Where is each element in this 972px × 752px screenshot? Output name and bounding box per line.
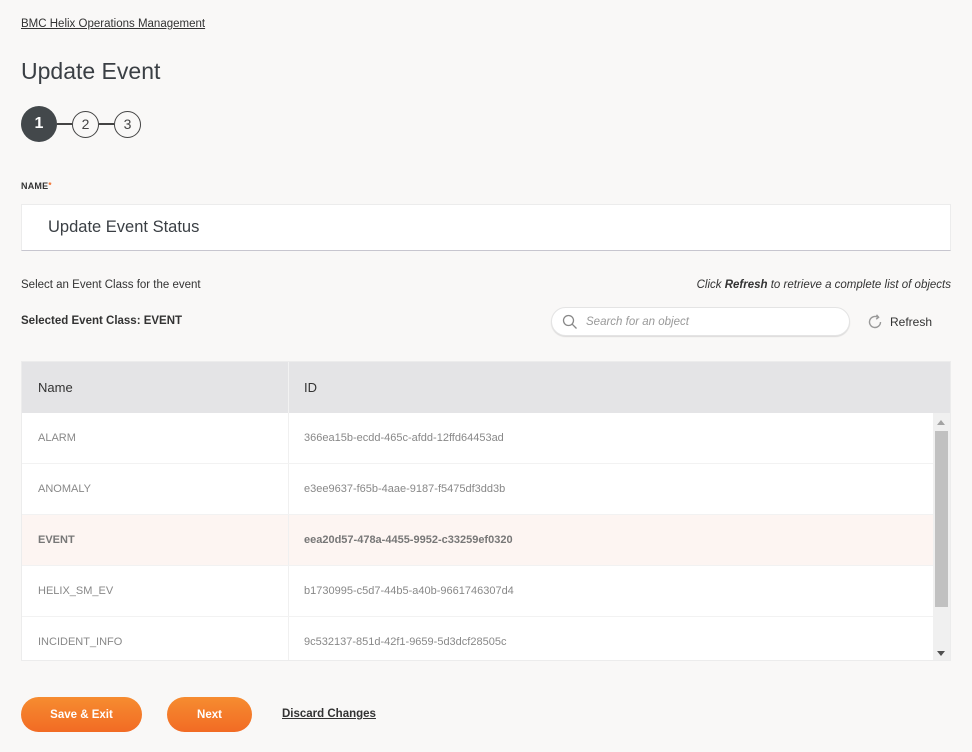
table-row[interactable]: EVENT eea20d57-478a-4455-9952-c33259ef032… bbox=[22, 515, 934, 566]
table-row[interactable]: INCIDENT_INFO 9c532137-851d-42f1-9659-5d3… bbox=[22, 617, 934, 660]
refresh-icon bbox=[868, 314, 882, 329]
discard-changes-link[interactable]: Discard Changes bbox=[282, 708, 376, 720]
cell-name: ALARM bbox=[22, 413, 289, 463]
selected-event-class: Selected Event Class: EVENT bbox=[21, 315, 183, 327]
table-body: ALARM 366ea15b-ecdd-465c-afdd-12ffd64453a… bbox=[22, 413, 934, 660]
step-2[interactable]: 2 bbox=[72, 110, 99, 138]
scroll-down-arrow-icon[interactable] bbox=[937, 651, 945, 656]
step-1[interactable]: 1 bbox=[21, 106, 57, 142]
column-header-id[interactable]: ID bbox=[289, 362, 317, 413]
cell-id: eea20d57-478a-4455-9952-c33259ef0320 bbox=[304, 534, 513, 546]
name-input[interactable] bbox=[21, 204, 951, 251]
name-label-text: NAME bbox=[21, 181, 49, 191]
step-3[interactable]: 3 bbox=[114, 110, 141, 138]
required-marker: * bbox=[48, 181, 52, 190]
cell-name: ANOMALY bbox=[22, 464, 289, 514]
instruction-text: Select an Event Class for the event bbox=[21, 279, 201, 291]
event-class-table: Name ID ALARM 366ea15b-ecdd-465c-afdd-12f… bbox=[21, 361, 951, 661]
refresh-hint: Click Refresh to retrieve a complete lis… bbox=[697, 279, 951, 291]
breadcrumb-link[interactable]: BMC Helix Operations Management bbox=[21, 18, 205, 30]
cell-id: b1730995-c5d7-44b5-a40b-9661746307d4 bbox=[304, 585, 514, 597]
table-row[interactable]: ALARM 366ea15b-ecdd-465c-afdd-12ffd64453a… bbox=[22, 413, 934, 464]
column-header-name[interactable]: Name bbox=[22, 362, 289, 413]
table-header: Name ID bbox=[22, 362, 950, 413]
cell-id: 366ea15b-ecdd-465c-afdd-12ffd64453ad bbox=[304, 432, 504, 444]
next-button[interactable]: Next bbox=[167, 697, 252, 732]
name-label: NAME* bbox=[21, 181, 52, 191]
table-row[interactable]: HELIX_SM_EV b1730995-c5d7-44b5-a40b-96617… bbox=[22, 566, 934, 617]
refresh-hint-prefix: Click bbox=[696, 279, 725, 291]
step-connector bbox=[57, 123, 72, 125]
refresh-button[interactable]: Refresh bbox=[866, 313, 932, 331]
cell-id: 9c532137-851d-42f1-9659-5d3dcf28505c bbox=[304, 636, 507, 648]
search-box[interactable] bbox=[551, 307, 850, 336]
search-input[interactable] bbox=[586, 315, 826, 328]
refresh-hint-suffix: to retrieve a complete list of objects bbox=[767, 279, 951, 291]
cell-name: HELIX_SM_EV bbox=[22, 566, 289, 616]
step-connector bbox=[99, 123, 114, 125]
scroll-up-arrow-icon[interactable] bbox=[937, 420, 945, 425]
search-icon bbox=[562, 314, 577, 329]
cell-name: EVENT bbox=[22, 515, 289, 565]
page-title: Update Event bbox=[21, 58, 161, 84]
cell-id: e3ee9637-f65b-4aae-9187-f5475df3dd3b bbox=[304, 483, 506, 495]
save-exit-button[interactable]: Save & Exit bbox=[21, 697, 142, 732]
stepper: 1 2 3 bbox=[21, 106, 141, 142]
refresh-hint-bold: Refresh bbox=[724, 279, 768, 291]
cell-name: INCIDENT_INFO bbox=[22, 617, 289, 660]
table-scrollbar[interactable] bbox=[933, 413, 950, 660]
table-row[interactable]: ANOMALY e3ee9637-f65b-4aae-9187-f5475df3d… bbox=[22, 464, 934, 515]
refresh-label: Refresh bbox=[890, 315, 933, 329]
scroll-thumb[interactable] bbox=[935, 431, 948, 607]
